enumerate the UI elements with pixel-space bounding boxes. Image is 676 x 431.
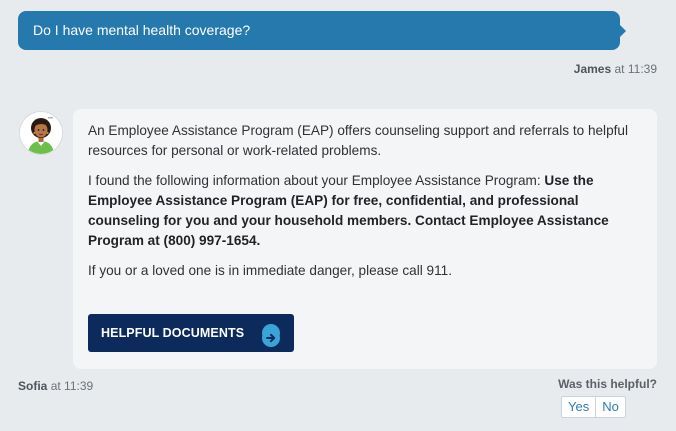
feedback-question: Was this helpful?	[558, 377, 657, 391]
user-message-text: Do I have mental health coverage?	[33, 22, 251, 38]
helpful-documents-label: HELPFUL DOCUMENTS	[101, 326, 245, 340]
user-sender-name: James	[573, 62, 612, 76]
assistant-message-bubble: An Employee Assistance Program (EAP) off…	[73, 109, 657, 369]
emergency-note: If you or a loved one is in immediate da…	[88, 263, 452, 278]
arrow-right-circle-icon	[262, 324, 280, 347]
assistant-message-time: 11:39	[64, 379, 94, 393]
user-message-time: 11:39	[627, 62, 657, 76]
user-message-meta: James at 11:39	[574, 62, 657, 76]
assistant-message-meta: Sofia at 11:39	[18, 379, 93, 393]
helpful-documents-button[interactable]: HELPFUL DOCUMENTS	[88, 314, 294, 352]
eap-details: I found the following information about …	[88, 171, 641, 251]
assistant-avatar-icon	[20, 112, 62, 154]
assistant-at-label: at	[50, 379, 61, 393]
eap-details-intro: I found the following information about …	[88, 173, 545, 188]
feedback-yes-button[interactable]: Yes	[561, 396, 597, 418]
feedback-buttons: Yes No	[561, 396, 626, 418]
assistant-sender-name: Sofia	[18, 379, 48, 393]
eap-description: An Employee Assistance Program (EAP) off…	[88, 123, 628, 158]
feedback-no-button[interactable]: No	[596, 396, 626, 418]
user-at-label: at	[614, 62, 625, 76]
user-message-bubble: Do I have mental health coverage?	[18, 11, 626, 50]
chat-transcript: Do I have mental health coverage? James …	[0, 0, 676, 431]
